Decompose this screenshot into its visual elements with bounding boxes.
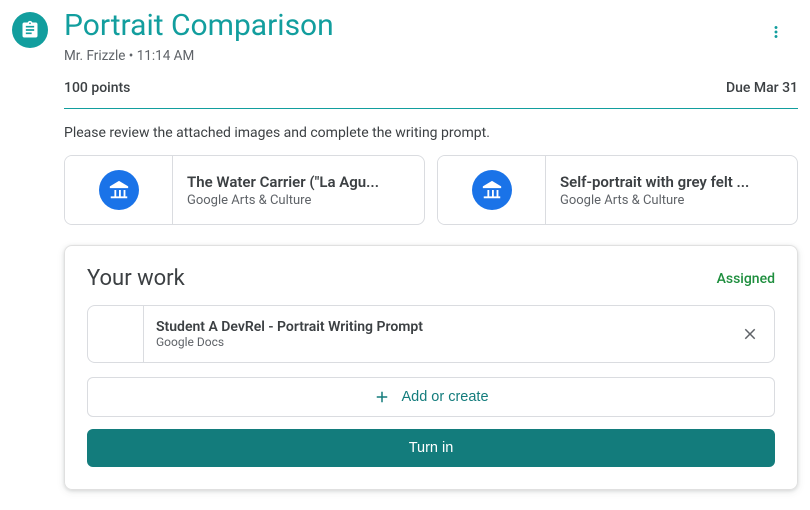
attachment-thumbnail — [65, 156, 173, 224]
author-name: Mr. Frizzle — [64, 48, 125, 64]
close-icon — [741, 325, 759, 343]
instructions-text: Please review the attached images and co… — [64, 125, 798, 141]
post-time: 11:14 AM — [137, 48, 195, 64]
attachment-source: Google Arts & Culture — [187, 193, 379, 208]
attachment-title: The Water Carrier ("La Agu... — [187, 173, 379, 191]
work-attachment-type: Google Docs — [156, 335, 714, 349]
work-attachment-link[interactable]: Student A DevRel - Portrait Writing Prom… — [144, 313, 726, 355]
attachment-card[interactable]: The Water Carrier ("La Agu... Google Art… — [64, 155, 425, 225]
attachments-row: The Water Carrier ("La Agu... Google Art… — [64, 155, 798, 225]
work-attachment-title: Student A DevRel - Portrait Writing Prom… — [156, 319, 714, 335]
more-vert-icon — [767, 23, 785, 41]
add-or-create-button[interactable]: Add or create — [87, 377, 775, 417]
points-due-row: 100 points Due Mar 31 — [64, 76, 798, 109]
attachment-source: Google Arts & Culture — [560, 193, 749, 208]
your-work-title: Your work — [87, 266, 185, 291]
assignment-icon — [12, 12, 48, 48]
more-options-button[interactable] — [758, 14, 794, 50]
remove-attachment-button[interactable] — [726, 306, 774, 362]
assignment-title: Portrait Comparison — [64, 8, 798, 44]
museum-icon — [99, 170, 139, 210]
plus-icon — [373, 388, 391, 406]
museum-icon — [472, 170, 512, 210]
your-work-card: Your work Assigned Student A DevRel - Po… — [64, 245, 798, 490]
attachment-thumbnail — [438, 156, 546, 224]
work-attachment-thumbnail — [88, 306, 144, 362]
assignment-meta: Mr. Frizzle • 11:14 AM — [64, 48, 798, 64]
work-status: Assigned — [717, 271, 775, 287]
attachment-card[interactable]: Self-portrait with grey felt ... Google … — [437, 155, 798, 225]
attachment-title: Self-portrait with grey felt ... — [560, 173, 749, 191]
work-attachment: Student A DevRel - Portrait Writing Prom… — [87, 305, 775, 363]
due-date: Due Mar 31 — [726, 80, 798, 96]
add-button-label: Add or create — [401, 389, 488, 405]
points-label: 100 points — [64, 80, 130, 96]
assignment-header: Portrait Comparison Mr. Frizzle • 11:14 … — [12, 8, 798, 109]
turn-in-button[interactable]: Turn in — [87, 429, 775, 467]
